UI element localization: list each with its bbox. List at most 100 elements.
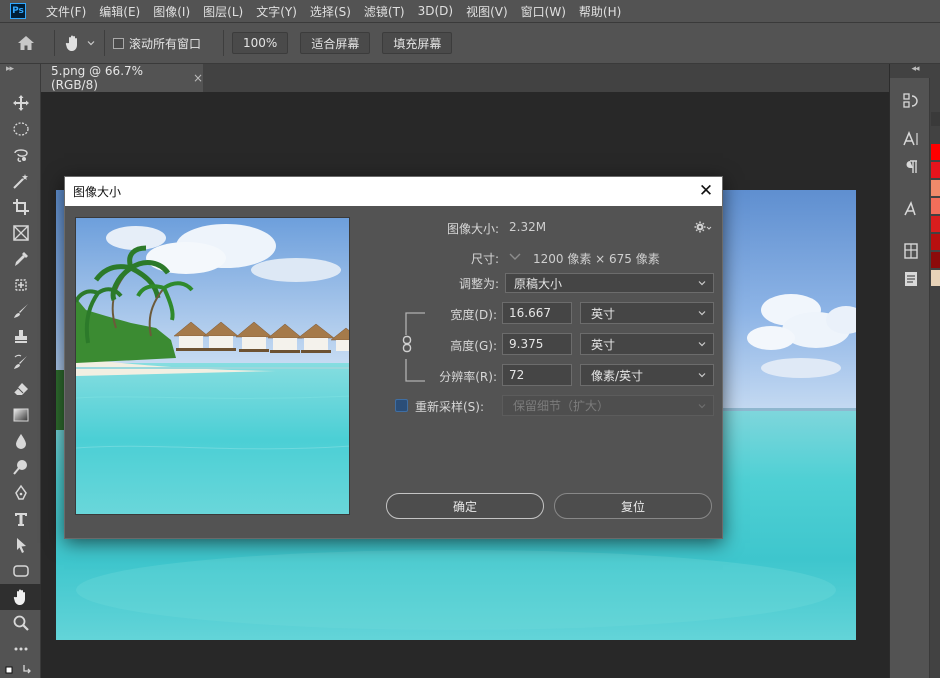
divider	[54, 30, 55, 56]
menu-help[interactable]: 帮助(H)	[579, 3, 621, 20]
blur-tool-icon[interactable]	[0, 428, 41, 454]
height-label: 高度(G):	[450, 339, 497, 353]
width-input[interactable]: 16.667	[502, 302, 572, 324]
resolution-unit-select[interactable]: 像素/英寸	[580, 364, 714, 386]
lasso-tool-icon[interactable]	[0, 142, 41, 168]
document-tab-bar: 5.png @ 66.7%(RGB/8) ×	[41, 64, 889, 92]
menu-filter[interactable]: 滤镜(T)	[364, 3, 405, 20]
color-swatch[interactable]	[931, 198, 940, 214]
more-tools-icon[interactable]	[0, 636, 41, 662]
move-tool-icon[interactable]	[0, 90, 41, 116]
glyphs-panel-icon[interactable]	[894, 196, 928, 222]
shape-tool-icon[interactable]	[0, 558, 41, 584]
scroll-all-windows-checkbox[interactable]: 滚动所有窗口	[113, 35, 201, 52]
gradient-tool-icon[interactable]	[0, 402, 41, 428]
width-unit-select[interactable]: 英寸	[580, 302, 714, 324]
menu-edit[interactable]: 编辑(E)	[99, 3, 140, 20]
ok-button[interactable]: 确定	[386, 493, 544, 519]
image-size-label: 图像大小:	[446, 222, 499, 236]
resolution-unit-value: 像素/英寸	[591, 368, 644, 383]
brush-tool-icon[interactable]	[0, 298, 41, 324]
link-icon[interactable]	[400, 335, 414, 353]
pen-tool-icon[interactable]	[0, 480, 41, 506]
menu-file[interactable]: 文件(F)	[46, 3, 86, 20]
path-selection-tool-icon[interactable]	[0, 532, 41, 558]
menu-image[interactable]: 图像(I)	[153, 3, 190, 20]
character-panel-icon[interactable]	[894, 126, 928, 152]
checkbox-box[interactable]	[113, 37, 124, 49]
healing-brush-tool-icon[interactable]	[0, 272, 41, 298]
divider	[223, 30, 225, 56]
eyedropper-tool-icon[interactable]	[0, 246, 41, 272]
chevron-down-icon	[698, 311, 706, 316]
menu-select[interactable]: 选择(S)	[310, 3, 351, 20]
color-swatch[interactable]	[931, 180, 940, 196]
menu-window[interactable]: 窗口(W)	[521, 3, 566, 20]
color-swatch[interactable]	[931, 252, 940, 268]
height-unit-value: 英寸	[591, 337, 616, 352]
resolution-label: 分辨率(R):	[439, 370, 497, 384]
toolbar-collapse-button[interactable]: ▸▸	[0, 64, 40, 78]
menu-layer[interactable]: 图层(L)	[203, 3, 243, 20]
color-swatch[interactable]	[931, 234, 940, 250]
dodge-tool-icon[interactable]	[0, 454, 41, 480]
dialog-title: 图像大小	[73, 185, 122, 199]
document-tab-title: 5.png @ 66.7%(RGB/8)	[51, 64, 144, 92]
zoom-tool-icon[interactable]	[0, 610, 41, 636]
zoom-100-button[interactable]: 100%	[232, 32, 289, 54]
chevron-down-icon	[698, 404, 706, 409]
properties-panel-icon[interactable]	[894, 266, 928, 292]
settings-gear-icon[interactable]	[693, 219, 713, 235]
dimensions-label: 尺寸:	[470, 252, 499, 266]
height-unit-select[interactable]: 英寸	[580, 333, 714, 355]
panel-collapse-button[interactable]: ◂◂	[890, 64, 940, 78]
paragraph-panel-icon[interactable]	[894, 154, 928, 180]
document-tab[interactable]: 5.png @ 66.7%(RGB/8) ×	[41, 64, 203, 92]
hand-tool-preset-icon[interactable]	[63, 33, 96, 53]
type-tool-icon[interactable]	[0, 506, 41, 532]
close-icon[interactable]: ✕	[696, 181, 716, 201]
options-bar: 滚动所有窗口 100% 适合屏幕 填充屏幕	[0, 22, 940, 64]
marquee-tool-icon[interactable]	[0, 116, 41, 142]
magic-wand-tool-icon[interactable]	[0, 168, 41, 194]
history-brush-tool-icon[interactable]	[0, 350, 41, 376]
eraser-tool-icon[interactable]	[0, 376, 41, 402]
right-panel-dock: ◂◂	[889, 64, 940, 678]
resample-checkbox[interactable]	[395, 399, 408, 412]
dialog-titlebar[interactable]: 图像大小 ✕	[65, 177, 722, 206]
crop-tool-icon[interactable]	[0, 194, 41, 220]
color-swatch[interactable]	[931, 216, 940, 232]
fit-to-value: 原稿大小	[514, 276, 563, 291]
image-preview[interactable]	[75, 217, 350, 515]
color-swatch[interactable]	[931, 270, 940, 286]
swatch-header	[931, 112, 940, 126]
close-tab-icon[interactable]: ×	[193, 71, 203, 85]
home-icon[interactable]	[6, 23, 46, 63]
resample-method-value: 保留细节（扩大）	[513, 399, 610, 413]
fill-screen-button[interactable]: 填充屏幕	[382, 32, 453, 54]
resolution-input[interactable]: 72	[502, 364, 572, 386]
tools-panel: ▸▸	[0, 64, 41, 678]
photoshop-logo: Ps	[10, 3, 26, 19]
chevron-down-icon	[698, 373, 706, 378]
resample-method-select[interactable]: 保留细节（扩大）	[502, 395, 714, 416]
color-swap-icon[interactable]	[0, 662, 41, 678]
dimensions-value: 1200 像素 × 675 像素	[533, 252, 660, 266]
dimensions-unit-dropdown[interactable]	[507, 248, 523, 264]
preview-image	[76, 218, 349, 514]
frame-tool-icon[interactable]	[0, 220, 41, 246]
menu-view[interactable]: 视图(V)	[466, 3, 508, 20]
color-swatch[interactable]	[931, 162, 940, 178]
color-swatch[interactable]	[931, 144, 940, 160]
clone-stamp-tool-icon[interactable]	[0, 324, 41, 350]
history-panel-icon[interactable]	[894, 88, 928, 114]
fit-to-select[interactable]: 原稿大小	[505, 273, 714, 293]
height-input[interactable]: 9.375	[502, 333, 572, 355]
libraries-panel-icon[interactable]	[894, 238, 928, 264]
chevron-down-icon	[698, 281, 706, 286]
menu-3d[interactable]: 3D(D)	[418, 4, 453, 18]
fit-screen-button[interactable]: 适合屏幕	[300, 32, 371, 54]
menu-type[interactable]: 文字(Y)	[256, 3, 297, 20]
reset-button[interactable]: 复位	[554, 493, 712, 519]
hand-tool-icon[interactable]	[0, 584, 41, 610]
